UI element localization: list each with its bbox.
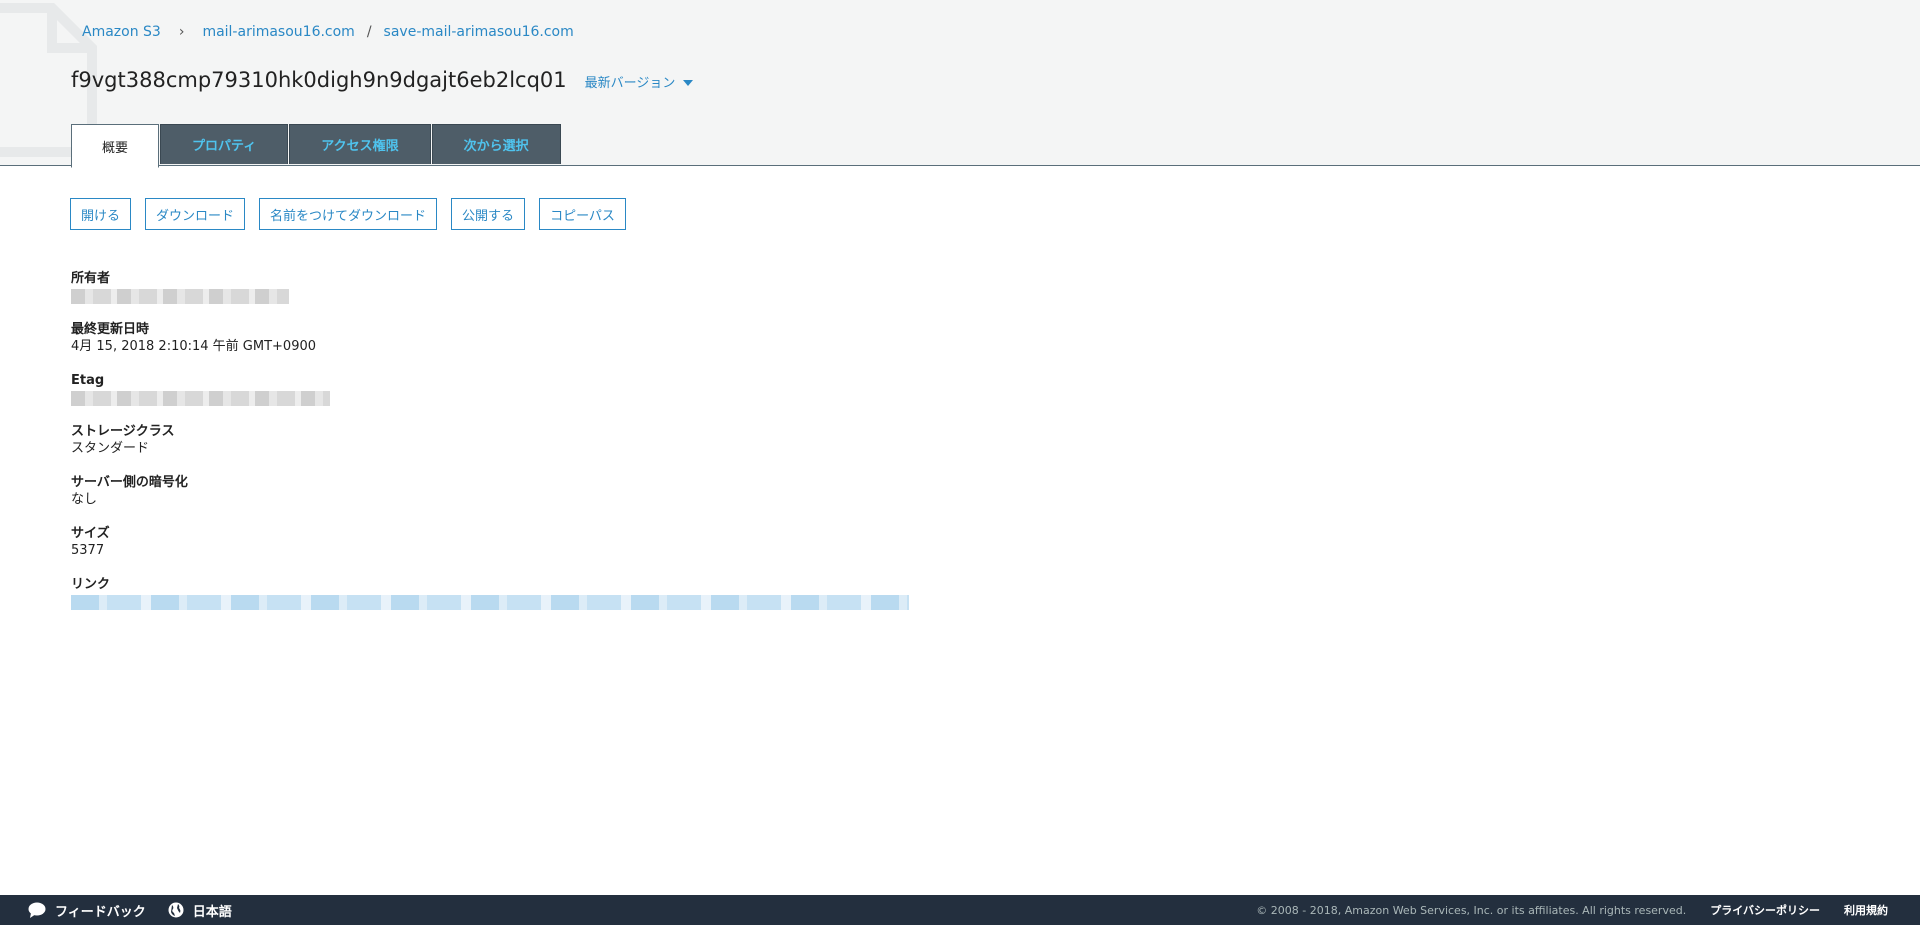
globe-icon [168, 902, 184, 918]
download-button[interactable]: ダウンロード [145, 198, 246, 230]
page-header: Amazon S3 › mail-arimasou16.com / save-m… [0, 0, 1920, 168]
version-label: 最新バージョン [584, 76, 676, 91]
tab-select-from[interactable]: 次から選択 [431, 124, 561, 164]
object-link-redacted[interactable] [71, 595, 909, 610]
object-details: 所有者 最終更新日時 4月 15, 2018 2:10:14 午前 GMT+09… [71, 270, 909, 627]
modified-value: 4月 15, 2018 2:10:14 午前 GMT+0900 [71, 339, 317, 354]
etag-field: Etag [71, 372, 909, 406]
privacy-policy-link[interactable]: プライバシーポリシー [1710, 902, 1820, 918]
breadcrumb-folder[interactable]: save-mail-arimasou16.com [384, 24, 574, 40]
caret-down-icon [683, 79, 694, 86]
etag-value-redacted [71, 391, 330, 406]
size-value: 5377 [71, 543, 105, 558]
link-field: リンク [71, 576, 909, 610]
version-dropdown[interactable]: 最新バージョン [585, 72, 694, 91]
terms-link[interactable]: 利用規約 [1844, 902, 1888, 918]
language-label: 日本語 [192, 904, 232, 920]
open-button[interactable]: 開ける [70, 198, 132, 230]
encryption-value: なし [71, 492, 98, 507]
action-toolbar: 開ける ダウンロード 名前をつけてダウンロード 公開する コピーパス [70, 198, 640, 230]
copyright-text: © 2008 - 2018, Amazon Web Services, Inc.… [1256, 903, 1687, 917]
storage-class-label: ストレージクラス [71, 424, 175, 439]
owner-field: 所有者 [71, 270, 909, 304]
owner-label: 所有者 [71, 271, 111, 286]
tab-bar: 概要 プロパティ アクセス権限 次から選択 [71, 124, 562, 168]
breadcrumb-amazon-s3[interactable]: Amazon S3 [82, 24, 161, 40]
etag-label: Etag [71, 373, 105, 388]
tab-permissions[interactable]: アクセス権限 [289, 124, 431, 164]
tab-overview[interactable]: 概要 [71, 124, 160, 168]
link-label: リンク [71, 577, 111, 592]
breadcrumb-separator: / [366, 24, 372, 40]
encryption-label: サーバー側の暗号化 [71, 475, 188, 490]
modified-label: 最終更新日時 [71, 322, 150, 337]
breadcrumb-chevron-icon: › [178, 24, 185, 40]
size-field: サイズ 5377 [71, 525, 909, 559]
make-public-button[interactable]: 公開する [451, 198, 526, 230]
breadcrumb: Amazon S3 › mail-arimasou16.com / save-m… [82, 24, 574, 40]
encryption-field: サーバー側の暗号化 なし [71, 474, 909, 508]
size-label: サイズ [71, 526, 110, 541]
language-selector[interactable]: 日本語 [168, 901, 232, 920]
storage-class-value: スタンダード [71, 441, 150, 456]
feedback-button[interactable]: フィードバック [28, 901, 146, 920]
modified-field: 最終更新日時 4月 15, 2018 2:10:14 午前 GMT+0900 [71, 321, 909, 355]
download-as-button[interactable]: 名前をつけてダウンロード [259, 198, 438, 230]
footer: フィードバック 日本語 © 2008 - 2018, Amazon Web Se… [0, 895, 1920, 925]
feedback-label: フィードバック [55, 904, 146, 920]
speech-bubble-icon [28, 902, 46, 918]
title-row: f9vgt388cmp79310hk0digh9n9dgajt6eb2lcq01… [71, 68, 694, 92]
tab-properties[interactable]: プロパティ [160, 124, 289, 164]
page-title: f9vgt388cmp79310hk0digh9n9dgajt6eb2lcq01 [71, 68, 567, 92]
copy-path-button[interactable]: コピーパス [539, 198, 626, 230]
breadcrumb-bucket[interactable]: mail-arimasou16.com [202, 24, 354, 40]
storage-class-field: ストレージクラス スタンダード [71, 423, 909, 457]
owner-value-redacted [71, 289, 289, 304]
